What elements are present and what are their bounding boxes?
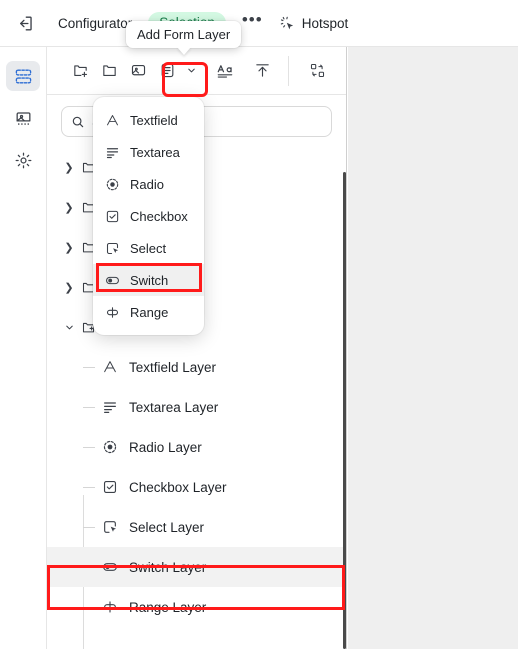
select-icon	[104, 241, 121, 256]
nav-configurator[interactable]: Configurator	[58, 16, 132, 31]
menu-item-select[interactable]: Select	[93, 232, 204, 264]
layer-label: Select Layer	[129, 519, 205, 535]
layer-label: Radio Layer	[129, 439, 202, 455]
nav-hotspot[interactable]: Hotspot	[279, 15, 349, 32]
layer-row-range[interactable]: Range Layer	[47, 587, 346, 627]
textfield-icon	[99, 359, 121, 375]
menu-item-label: Range	[130, 304, 169, 320]
chevron-right-icon[interactable]: ❯	[61, 201, 77, 214]
canvas-area	[348, 47, 518, 649]
checkbox-icon	[104, 209, 121, 224]
app-root: Configurator Selection ••• Hotspot	[0, 0, 518, 649]
chevron-right-icon[interactable]: ❯	[61, 241, 77, 254]
chevron-right-icon[interactable]: ❯	[61, 161, 77, 174]
tree-branch-tick	[83, 486, 95, 488]
menu-item-textfield[interactable]: Textfield	[93, 104, 204, 136]
switch-icon	[99, 559, 121, 575]
assets-icon	[14, 109, 33, 128]
menu-item-label: Switch	[130, 272, 169, 288]
layer-row-switch[interactable]: Switch Layer	[47, 547, 346, 587]
textarea-icon	[104, 145, 121, 160]
folder-icon	[101, 62, 118, 79]
more-options-button[interactable]: •••	[242, 11, 263, 30]
layer-row-textfield[interactable]: Textfield Layer	[47, 347, 346, 387]
layer-label: Range Layer	[129, 599, 207, 615]
rail-item-settings[interactable]	[6, 145, 40, 175]
nav-hotspot-label: Hotspot	[301, 15, 349, 31]
menu-item-label: Textfield	[130, 112, 178, 128]
add-folder-icon	[72, 62, 89, 79]
nav-configurator-label: Configurator	[58, 15, 133, 31]
tree-branch-tick	[83, 526, 95, 528]
menu-item-switch[interactable]: Switch	[93, 264, 204, 296]
radio-icon	[104, 177, 121, 192]
layer-row-checkbox[interactable]: Checkbox Layer	[47, 467, 346, 507]
image-icon	[130, 62, 147, 79]
menu-item-label: Checkbox	[130, 208, 188, 224]
tree-branch-tick	[83, 366, 95, 368]
tree-branch-tick	[83, 566, 95, 568]
menu-item-textarea[interactable]: Textarea	[93, 136, 204, 168]
add-text-button[interactable]	[211, 57, 238, 84]
layer-row-select[interactable]: Select Layer	[47, 507, 346, 547]
folder-button[interactable]	[96, 57, 123, 84]
layer-label: Checkbox Layer	[129, 479, 227, 495]
menu-item-label: Textarea	[130, 144, 180, 160]
rail-item-assets[interactable]	[6, 103, 40, 133]
radio-icon	[99, 439, 121, 455]
upload-button[interactable]	[249, 57, 276, 84]
checkbox-icon	[99, 479, 121, 495]
menu-item-radio[interactable]: Radio	[93, 168, 204, 200]
text-icon	[216, 62, 234, 80]
rail-item-layers[interactable]	[6, 61, 40, 91]
textarea-icon	[99, 399, 121, 415]
panel-scrollbar[interactable]	[343, 172, 346, 649]
add-image-button[interactable]	[125, 57, 152, 84]
menu-item-label: Radio	[130, 176, 164, 192]
add-form-layer-menu: Textfield Textarea Radio Checkbox Select…	[93, 97, 204, 335]
chevron-down-icon[interactable]	[61, 322, 77, 333]
layer-label: Textarea Layer	[129, 399, 219, 415]
select-icon	[99, 519, 121, 535]
component-icon	[309, 62, 326, 79]
search-icon	[71, 115, 85, 129]
upload-icon	[254, 62, 271, 79]
hotspot-icon	[279, 15, 296, 32]
exit-icon	[16, 14, 35, 33]
layer-row-textarea[interactable]: Textarea Layer	[47, 387, 346, 427]
switch-icon	[104, 273, 121, 288]
tree-branch-tick	[83, 446, 95, 448]
add-form-button[interactable]	[154, 57, 181, 84]
gear-icon	[14, 151, 33, 170]
range-icon	[104, 305, 121, 320]
panel-toolbar	[47, 47, 346, 95]
tree-branch-tick	[83, 606, 95, 608]
menu-item-range[interactable]: Range	[93, 296, 204, 328]
layer-row-radio[interactable]: Radio Layer	[47, 427, 346, 467]
more-options-label: •••	[241, 10, 263, 29]
components-button[interactable]	[304, 57, 331, 84]
form-icon	[159, 62, 176, 79]
layers-icon	[14, 67, 33, 86]
top-bar: Configurator Selection ••• Hotspot	[0, 0, 518, 47]
tooltip: Add Form Layer	[126, 21, 242, 48]
chevron-right-icon[interactable]: ❯	[61, 281, 77, 294]
left-rail	[0, 47, 47, 649]
tooltip-text: Add Form Layer	[137, 27, 231, 42]
range-icon	[99, 599, 121, 615]
layer-label: Textfield Layer	[129, 359, 217, 375]
menu-item-checkbox[interactable]: Checkbox	[93, 200, 204, 232]
textfield-icon	[104, 113, 121, 128]
exit-button[interactable]	[10, 8, 40, 38]
toolbar-divider	[288, 55, 289, 86]
add-folder-button[interactable]	[67, 57, 94, 84]
tree-branch-tick	[83, 406, 95, 408]
form-dropdown-chevron-icon[interactable]	[183, 57, 200, 84]
layer-label: Switch Layer	[129, 559, 207, 575]
menu-item-label: Select	[130, 240, 167, 256]
